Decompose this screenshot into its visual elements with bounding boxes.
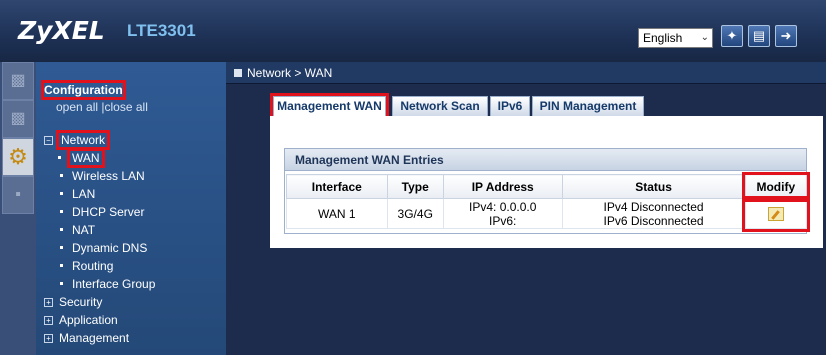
tab-panel: Management WAN Entries Interface Type IP… xyxy=(270,116,823,248)
menu-item-dynamic-dns[interactable]: Dynamic DNS xyxy=(60,241,147,255)
close-all-link[interactable]: close all xyxy=(105,100,148,114)
status-icon[interactable]: ▩ xyxy=(2,100,34,138)
document-icon[interactable]: ▤ xyxy=(748,25,770,47)
col-status: Status xyxy=(561,174,746,199)
open-all-link[interactable]: open all xyxy=(56,100,98,114)
cell-interface: WAN 1 xyxy=(286,198,388,229)
configuration-gear-icon[interactable]: ⚙ xyxy=(2,138,34,176)
section-title: Management WAN Entries xyxy=(285,149,806,171)
cell-status: IPv4 Disconnected IPv6 Disconnected xyxy=(561,198,746,229)
monitor-icon[interactable]: ▩ xyxy=(2,62,34,100)
wan-entries-box: Management WAN Entries Interface Type IP… xyxy=(284,148,810,234)
menu-title: Configuration xyxy=(41,80,126,100)
cell-modify xyxy=(742,195,810,232)
expand-icon: + xyxy=(44,316,53,325)
maintenance-icon[interactable]: ▪ xyxy=(2,176,34,214)
language-value: English xyxy=(643,31,683,45)
col-interface: Interface xyxy=(286,174,388,199)
tab-network-scan[interactable]: Network Scan xyxy=(392,96,488,116)
logout-icon[interactable]: ➜ xyxy=(775,25,797,47)
breadcrumb: Network > WAN xyxy=(226,62,826,84)
menu-network[interactable]: − Network xyxy=(44,130,111,150)
brand-logo: ZyXEL xyxy=(18,16,105,45)
expand-icon: + xyxy=(44,334,53,343)
cell-ip-address: IPv4: 0.0.0.0 IPv6: xyxy=(442,198,563,229)
menu-application[interactable]: + Application xyxy=(44,313,118,327)
menu-item-wan[interactable]: WAN xyxy=(58,148,105,168)
menu-network-label: Network xyxy=(55,130,111,150)
model-name: LTE3301 xyxy=(127,21,196,40)
icon-strip: ▩ ▩ ⚙ ▪ xyxy=(0,62,36,355)
menu-item-routing[interactable]: Routing xyxy=(60,259,113,273)
navigation-menu: Configuration open all |close all − Netwo… xyxy=(36,62,226,355)
tab-management-wan[interactable]: Management WAN xyxy=(270,93,389,119)
breadcrumb-icon xyxy=(234,69,242,77)
language-select[interactable]: English ⌄ xyxy=(638,28,713,48)
menu-item-dhcp-server[interactable]: DHCP Server xyxy=(60,205,144,219)
menu-security[interactable]: + Security xyxy=(44,295,102,309)
menu-item-wireless-lan[interactable]: Wireless LAN xyxy=(60,169,145,183)
tab-ipv6[interactable]: IPv6 xyxy=(490,96,530,116)
collapse-icon: − xyxy=(44,136,53,145)
table-row: WAN 1 3G/4G IPv4: 0.0.0.0 IPv6: IPv4 Dis… xyxy=(286,195,810,232)
cell-type: 3G/4G xyxy=(386,198,444,229)
chevron-down-icon: ⌄ xyxy=(700,32,709,43)
menu-management[interactable]: + Management xyxy=(44,331,129,345)
table-header-row: Interface Type IP Address Status Modify xyxy=(286,171,810,202)
expand-icon: + xyxy=(44,298,53,307)
col-modify: Modify xyxy=(742,171,810,202)
wizard-icon[interactable]: ✦ xyxy=(721,25,743,47)
app-header: ZyXEL LTE3301 English ⌄ ✦ ▤ ➜ xyxy=(0,0,826,62)
wan-table: Interface Type IP Address Status Modify … xyxy=(286,171,810,232)
menu-expand-links: open all |close all xyxy=(56,100,148,114)
menu-item-nat[interactable]: NAT xyxy=(60,223,95,237)
tab-pin-management[interactable]: PIN Management xyxy=(532,96,644,116)
edit-icon[interactable] xyxy=(767,206,784,221)
col-ip-address: IP Address xyxy=(442,174,563,199)
menu-item-lan[interactable]: LAN xyxy=(60,187,95,201)
breadcrumb-text: Network > WAN xyxy=(247,66,333,80)
menu-item-interface-group[interactable]: Interface Group xyxy=(60,277,155,291)
col-type: Type xyxy=(386,174,444,199)
